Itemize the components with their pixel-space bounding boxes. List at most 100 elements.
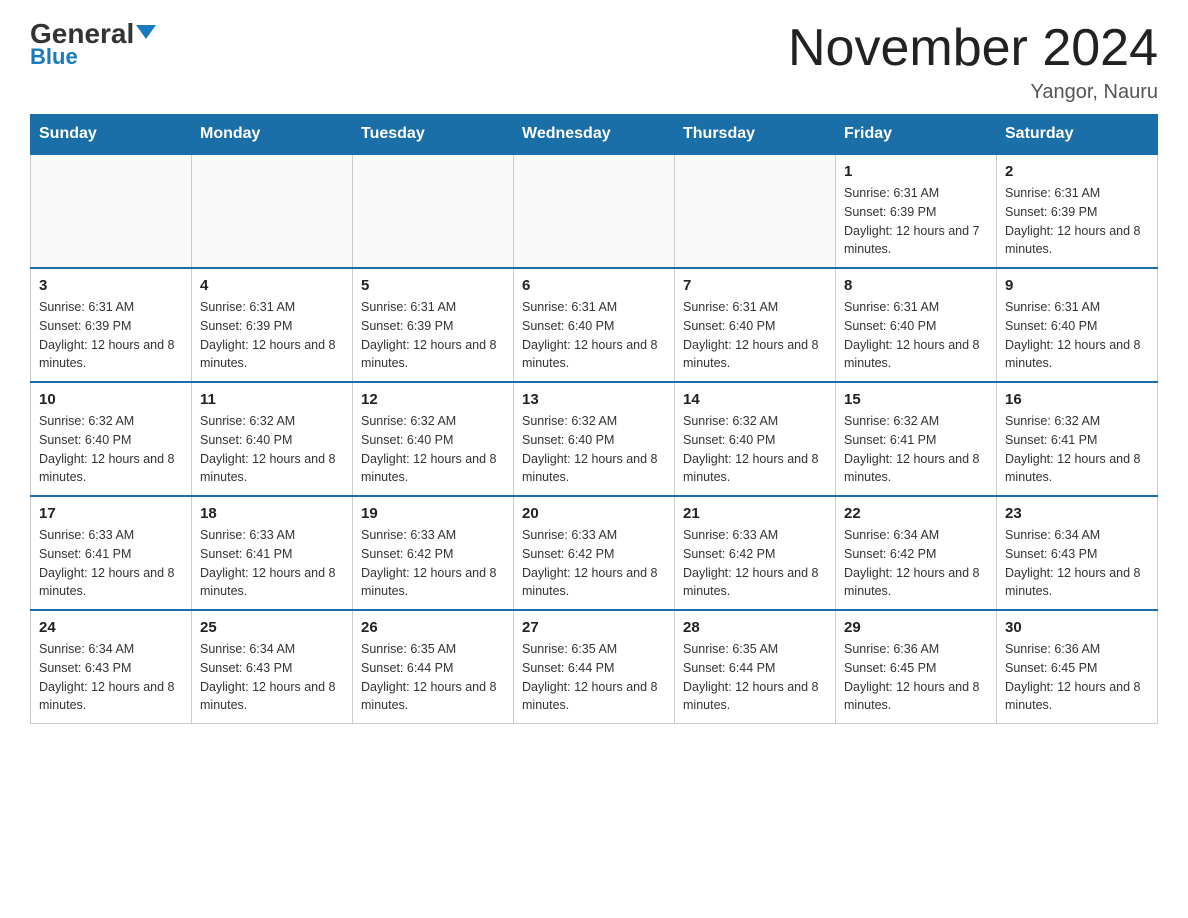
days-of-week-row: Sunday Monday Tuesday Wednesday Thursday…	[31, 115, 1158, 155]
calendar-cell-0-1	[192, 154, 353, 268]
header-monday: Monday	[192, 115, 353, 155]
calendar-cell-1-0: 3 Sunrise: 6:31 AMSunset: 6:39 PMDaylight…	[31, 268, 192, 382]
day-info-6: Sunrise: 6:31 AMSunset: 6:40 PMDaylight:…	[522, 298, 666, 373]
header-saturday: Saturday	[997, 115, 1158, 155]
day-number-14: 14	[683, 391, 827, 408]
calendar-cell-4-6: 30 Sunrise: 6:36 AMSunset: 6:45 PMDayligh…	[997, 610, 1158, 724]
calendar-cell-1-2: 5 Sunrise: 6:31 AMSunset: 6:39 PMDaylight…	[353, 268, 514, 382]
day-info-17: Sunrise: 6:33 AMSunset: 6:41 PMDaylight:…	[39, 526, 183, 601]
calendar-cell-0-0	[31, 154, 192, 268]
day-info-12: Sunrise: 6:32 AMSunset: 6:40 PMDaylight:…	[361, 412, 505, 487]
calendar-cell-1-6: 9 Sunrise: 6:31 AMSunset: 6:40 PMDaylight…	[997, 268, 1158, 382]
day-info-27: Sunrise: 6:35 AMSunset: 6:44 PMDaylight:…	[522, 640, 666, 715]
calendar-cell-0-2	[353, 154, 514, 268]
header-tuesday: Tuesday	[353, 115, 514, 155]
day-number-24: 24	[39, 619, 183, 636]
calendar-cell-1-1: 4 Sunrise: 6:31 AMSunset: 6:39 PMDaylight…	[192, 268, 353, 382]
day-number-29: 29	[844, 619, 988, 636]
day-info-25: Sunrise: 6:34 AMSunset: 6:43 PMDaylight:…	[200, 640, 344, 715]
day-number-23: 23	[1005, 505, 1149, 522]
calendar-cell-2-5: 15Sunrise: 6:32 AMSunset: 6:41 PMDayligh…	[836, 382, 997, 496]
calendar-cell-0-5: 1 Sunrise: 6:31 AMSunset: 6:39 PMDaylight…	[836, 154, 997, 268]
calendar-cell-2-6: 16 Sunrise: 6:32 AMSunset: 6:41 PMDayligh…	[997, 382, 1158, 496]
day-info-4: Sunrise: 6:31 AMSunset: 6:39 PMDaylight:…	[200, 298, 344, 373]
title-section: November 2024 Yangor, Nauru	[788, 20, 1158, 104]
calendar-cell-4-1: 25 Sunrise: 6:34 AMSunset: 6:43 PMDayligh…	[192, 610, 353, 724]
day-number-5: 5	[361, 277, 505, 294]
day-info-23: Sunrise: 6:34 AMSunset: 6:43 PMDaylight:…	[1005, 526, 1149, 601]
week-row-2: 10 Sunrise: 6:32 AMSunset: 6:40 PMDayligh…	[31, 382, 1158, 496]
day-info-24: Sunrise: 6:34 AMSunset: 6:43 PMDaylight:…	[39, 640, 183, 715]
day-info-18: Sunrise: 6:33 AMSunset: 6:41 PMDaylight:…	[200, 526, 344, 601]
day-info-29: Sunrise: 6:36 AMSunset: 6:45 PMDaylight:…	[844, 640, 988, 715]
day-info-3: Sunrise: 6:31 AMSunset: 6:39 PMDaylight:…	[39, 298, 183, 373]
calendar-cell-4-5: 29 Sunrise: 6:36 AMSunset: 6:45 PMDayligh…	[836, 610, 997, 724]
calendar-cell-4-3: 27 Sunrise: 6:35 AMSunset: 6:44 PMDayligh…	[514, 610, 675, 724]
calendar-cell-2-0: 10 Sunrise: 6:32 AMSunset: 6:40 PMDayligh…	[31, 382, 192, 496]
calendar-cell-4-0: 24 Sunrise: 6:34 AMSunset: 6:43 PMDayligh…	[31, 610, 192, 724]
calendar-body: 1 Sunrise: 6:31 AMSunset: 6:39 PMDaylight…	[31, 154, 1158, 724]
day-number-26: 26	[361, 619, 505, 636]
day-number-11: 11	[200, 391, 344, 408]
day-info-16: Sunrise: 6:32 AMSunset: 6:41 PMDaylight:…	[1005, 412, 1149, 487]
day-number-9: 9	[1005, 277, 1149, 294]
calendar-cell-3-5: 22 Sunrise: 6:34 AMSunset: 6:42 PMDayligh…	[836, 496, 997, 610]
week-row-1: 3 Sunrise: 6:31 AMSunset: 6:39 PMDaylight…	[31, 268, 1158, 382]
day-info-9: Sunrise: 6:31 AMSunset: 6:40 PMDaylight:…	[1005, 298, 1149, 373]
logo-triangle-icon	[136, 25, 156, 39]
day-info-30: Sunrise: 6:36 AMSunset: 6:45 PMDaylight:…	[1005, 640, 1149, 715]
logo-blue: Blue	[30, 44, 78, 70]
calendar-cell-1-4: 7 Sunrise: 6:31 AMSunset: 6:40 PMDaylight…	[675, 268, 836, 382]
day-info-19: Sunrise: 6:33 AMSunset: 6:42 PMDaylight:…	[361, 526, 505, 601]
day-number-2: 2	[1005, 163, 1149, 180]
day-info-7: Sunrise: 6:31 AMSunset: 6:40 PMDaylight:…	[683, 298, 827, 373]
day-number-16: 16	[1005, 391, 1149, 408]
day-number-25: 25	[200, 619, 344, 636]
day-number-7: 7	[683, 277, 827, 294]
day-number-12: 12	[361, 391, 505, 408]
day-number-3: 3	[39, 277, 183, 294]
header-wednesday: Wednesday	[514, 115, 675, 155]
calendar-cell-3-2: 19Sunrise: 6:33 AMSunset: 6:42 PMDayligh…	[353, 496, 514, 610]
day-number-17: 17	[39, 505, 183, 522]
calendar-header: Sunday Monday Tuesday Wednesday Thursday…	[31, 115, 1158, 155]
day-info-28: Sunrise: 6:35 AMSunset: 6:44 PMDaylight:…	[683, 640, 827, 715]
calendar-table: Sunday Monday Tuesday Wednesday Thursday…	[30, 114, 1158, 724]
calendar-cell-0-3	[514, 154, 675, 268]
week-row-3: 17 Sunrise: 6:33 AMSunset: 6:41 PMDayligh…	[31, 496, 1158, 610]
day-number-6: 6	[522, 277, 666, 294]
day-info-14: Sunrise: 6:32 AMSunset: 6:40 PMDaylight:…	[683, 412, 827, 487]
day-number-8: 8	[844, 277, 988, 294]
header: General Blue November 2024 Yangor, Nauru	[30, 20, 1158, 104]
calendar-title: November 2024	[788, 20, 1158, 77]
day-info-5: Sunrise: 6:31 AMSunset: 6:39 PMDaylight:…	[361, 298, 505, 373]
header-sunday: Sunday	[31, 115, 192, 155]
calendar-cell-0-6: 2 Sunrise: 6:31 AMSunset: 6:39 PMDaylight…	[997, 154, 1158, 268]
day-number-27: 27	[522, 619, 666, 636]
day-number-4: 4	[200, 277, 344, 294]
day-info-1: Sunrise: 6:31 AMSunset: 6:39 PMDaylight:…	[844, 184, 988, 259]
day-number-10: 10	[39, 391, 183, 408]
header-friday: Friday	[836, 115, 997, 155]
day-info-2: Sunrise: 6:31 AMSunset: 6:39 PMDaylight:…	[1005, 184, 1149, 259]
calendar-cell-3-6: 23 Sunrise: 6:34 AMSunset: 6:43 PMDayligh…	[997, 496, 1158, 610]
calendar-cell-3-0: 17 Sunrise: 6:33 AMSunset: 6:41 PMDayligh…	[31, 496, 192, 610]
calendar-cell-4-4: 28Sunrise: 6:35 AMSunset: 6:44 PMDayligh…	[675, 610, 836, 724]
day-number-22: 22	[844, 505, 988, 522]
day-info-22: Sunrise: 6:34 AMSunset: 6:42 PMDaylight:…	[844, 526, 988, 601]
day-info-21: Sunrise: 6:33 AMSunset: 6:42 PMDaylight:…	[683, 526, 827, 601]
day-info-15: Sunrise: 6:32 AMSunset: 6:41 PMDaylight:…	[844, 412, 988, 487]
calendar-subtitle: Yangor, Nauru	[788, 81, 1158, 104]
calendar-cell-3-3: 20Sunrise: 6:33 AMSunset: 6:42 PMDayligh…	[514, 496, 675, 610]
logo: General Blue	[30, 20, 156, 70]
day-info-26: Sunrise: 6:35 AMSunset: 6:44 PMDaylight:…	[361, 640, 505, 715]
header-thursday: Thursday	[675, 115, 836, 155]
day-number-21: 21	[683, 505, 827, 522]
calendar-cell-4-2: 26 Sunrise: 6:35 AMSunset: 6:44 PMDayligh…	[353, 610, 514, 724]
calendar-cell-2-1: 11 Sunrise: 6:32 AMSunset: 6:40 PMDayligh…	[192, 382, 353, 496]
day-info-11: Sunrise: 6:32 AMSunset: 6:40 PMDaylight:…	[200, 412, 344, 487]
day-number-30: 30	[1005, 619, 1149, 636]
day-number-1: 1	[844, 163, 988, 180]
day-number-20: 20	[522, 505, 666, 522]
day-info-10: Sunrise: 6:32 AMSunset: 6:40 PMDaylight:…	[39, 412, 183, 487]
